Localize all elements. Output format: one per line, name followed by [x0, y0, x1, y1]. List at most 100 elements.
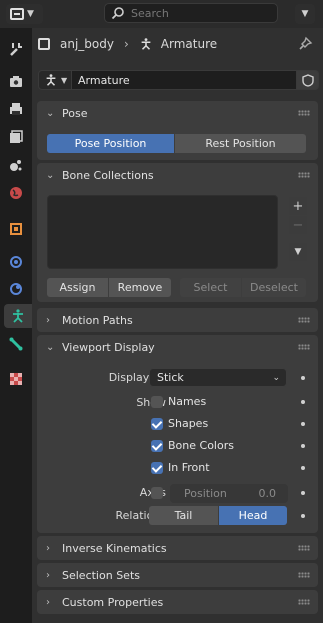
section-title: Selection Sets: [62, 568, 140, 582]
shield-icon: [301, 73, 314, 87]
section-title: Motion Paths: [62, 313, 133, 327]
keyframe-dot-icon[interactable]: [301, 444, 305, 448]
rest-position-button[interactable]: Rest Position: [175, 134, 306, 153]
add-collection-button[interactable]: +: [289, 197, 307, 215]
armature-icon: [141, 38, 151, 50]
chevron-down-icon: ⌄: [46, 169, 55, 181]
selection-sets-section: › Selection Sets: [37, 563, 318, 587]
printer-icon: [10, 103, 22, 115]
object-icon: [38, 38, 50, 50]
relations-tail-button[interactable]: Tail: [149, 506, 218, 525]
fake-user-button[interactable]: [297, 70, 319, 90]
inverse-kinematics-header[interactable]: › Inverse Kinematics: [37, 536, 318, 560]
keyframe-dot-icon[interactable]: [301, 514, 305, 518]
breadcrumb-data: Armature: [160, 37, 218, 51]
axes-position-field[interactable]: Position 0.0: [170, 484, 288, 503]
section-title: Inverse Kinematics: [62, 541, 167, 555]
section-title: Pose: [62, 106, 88, 120]
bone-tab[interactable]: [4, 332, 28, 356]
custom-properties-section: › Custom Properties: [37, 590, 318, 614]
keyframe-dot-icon[interactable]: [301, 422, 305, 426]
armature-icon: [13, 309, 23, 323]
world-tab[interactable]: [4, 181, 28, 205]
breadcrumb-object[interactable]: anj_body: [60, 37, 114, 51]
bone-collections-section: ⌄ Bone Collections + − ▼ Assign Remove S…: [37, 163, 318, 302]
drag-handle-icon[interactable]: [298, 344, 310, 350]
chevron-down-icon: ▼: [27, 9, 34, 19]
names-checkbox[interactable]: [151, 396, 163, 408]
motion-paths-header[interactable]: › Motion Paths: [37, 308, 318, 332]
in-front-label[interactable]: In Front: [168, 461, 210, 474]
bone-colors-label[interactable]: Bone Colors: [168, 439, 234, 452]
shapes-checkbox[interactable]: [151, 418, 163, 430]
image-stack-icon: [10, 130, 23, 143]
keyframe-dot-icon[interactable]: [301, 400, 305, 404]
deselect-button[interactable]: Deselect: [242, 278, 306, 297]
bone-colors-checkbox[interactable]: [151, 440, 163, 452]
constraint-icon: [10, 256, 22, 268]
custom-properties-header[interactable]: › Custom Properties: [37, 590, 318, 614]
chevron-right-icon: ›: [123, 37, 129, 51]
bone-collections-list[interactable]: [47, 195, 278, 269]
header-bar: ▼ Search ▼: [0, 0, 323, 28]
pose-header[interactable]: ⌄ Pose: [37, 101, 318, 125]
drag-handle-icon[interactable]: [298, 317, 310, 323]
bone-icon: [9, 337, 23, 351]
keyframe-dot-icon[interactable]: [301, 466, 305, 470]
drag-handle-icon[interactable]: [298, 545, 310, 551]
armature-data-tab[interactable]: [4, 304, 32, 328]
drag-handle-icon[interactable]: [298, 572, 310, 578]
search-input[interactable]: Search: [104, 3, 278, 23]
shapes-label[interactable]: Shapes: [168, 417, 208, 430]
chevron-down-icon: ▼: [61, 75, 68, 85]
wrench-icon: [10, 43, 22, 56]
display-as-dropdown[interactable]: Stick ⌄: [149, 368, 287, 387]
display-as-value: Stick: [157, 371, 184, 384]
in-front-checkbox[interactable]: [151, 462, 163, 474]
properties-editor-icon: [10, 8, 24, 20]
chevron-right-icon: ›: [46, 596, 50, 608]
viewport-display-header[interactable]: ⌄ Viewport Display: [37, 335, 318, 359]
drag-handle-icon[interactable]: [298, 172, 310, 178]
selection-sets-header[interactable]: › Selection Sets: [37, 563, 318, 587]
camera-icon: [10, 76, 22, 87]
select-button[interactable]: Select: [180, 278, 241, 297]
drag-handle-icon[interactable]: [298, 599, 310, 605]
chevron-right-icon: ›: [46, 542, 50, 554]
modifiers-tab[interactable]: [4, 249, 28, 273]
physics-tab[interactable]: [4, 277, 28, 301]
keyframe-dot-icon[interactable]: [301, 376, 305, 380]
options-dropdown[interactable]: ▼: [295, 4, 315, 24]
section-title: Bone Collections: [62, 168, 154, 182]
scene-tab[interactable]: [4, 153, 28, 177]
bone-collections-header[interactable]: ⌄ Bone Collections: [37, 163, 318, 187]
remove-button[interactable]: Remove: [109, 278, 171, 297]
remove-collection-button[interactable]: −: [289, 216, 307, 234]
collection-specials-button[interactable]: ▼: [289, 243, 307, 261]
datablock-name-field[interactable]: Armature: [72, 70, 297, 90]
keyframe-dot-icon[interactable]: [301, 491, 305, 495]
world-icon: [10, 187, 22, 199]
object-tab[interactable]: [4, 217, 28, 241]
pin-icon[interactable]: [299, 36, 313, 50]
axes-checkbox[interactable]: [151, 487, 163, 499]
position-label: Position: [184, 487, 227, 500]
texture-tab[interactable]: [4, 367, 28, 391]
inverse-kinematics-section: › Inverse Kinematics: [37, 536, 318, 560]
view-layer-tab[interactable]: [4, 125, 28, 149]
viewport-display-section: ⌄ Viewport Display Display As Stick ⌄ Sh…: [37, 335, 318, 533]
drag-handle-icon[interactable]: [298, 110, 310, 116]
motion-paths-section: › Motion Paths: [37, 308, 318, 332]
pose-position-button[interactable]: Pose Position: [47, 134, 174, 153]
assign-button[interactable]: Assign: [47, 278, 108, 297]
pose-section: ⌄ Pose Pose Position Rest Position: [37, 101, 318, 160]
relations-head-button[interactable]: Head: [219, 506, 287, 525]
output-tab[interactable]: [4, 97, 28, 121]
position-value: 0.0: [258, 487, 277, 500]
names-label[interactable]: Names: [168, 395, 206, 408]
tool-tab[interactable]: [4, 37, 28, 61]
editor-type-dropdown[interactable]: ▼: [6, 4, 43, 24]
chevron-down-icon: ▼: [294, 247, 302, 257]
render-tab[interactable]: [4, 69, 28, 93]
datablock-browse-button[interactable]: ▼: [38, 70, 72, 90]
